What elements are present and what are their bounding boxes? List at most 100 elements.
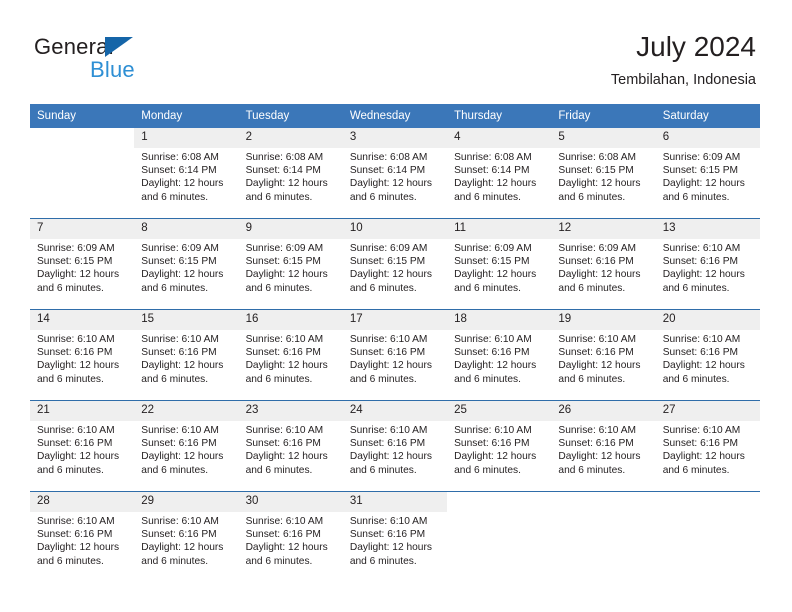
calendar-cell[interactable]: 19 Sunrise: 6:10 AM Sunset: 6:16 PM Dayligh… <box>551 309 656 401</box>
calendar-cell[interactable]: 13 Sunrise: 6:10 AM Sunset: 6:16 PM Dayligh… <box>655 218 760 310</box>
calendar-cell[interactable]: 9 Sunrise: 6:09 AM Sunset: 6:15 PM Daylight… <box>238 218 343 310</box>
day-info: Sunrise: 6:09 AM Sunset: 6:15 PM Daylight:… <box>447 239 551 295</box>
daylight-text-line1: Daylight: 12 hours <box>37 451 120 463</box>
day-info: Sunrise: 6:10 AM Sunset: 6:16 PM Daylight:… <box>239 512 343 568</box>
daylight-text-line1: Daylight: 12 hours <box>662 360 745 372</box>
calendar-cell[interactable]: 27 Sunrise: 6:10 AM Sunset: 6:16 PM Dayligh… <box>655 400 760 492</box>
calendar-cell[interactable]: 30 Sunrise: 6:10 AM Sunset: 6:16 PM Dayligh… <box>238 491 343 582</box>
calendar-cell[interactable]: 2 Sunrise: 6:08 AM Sunset: 6:14 PM Daylight… <box>238 128 343 219</box>
calendar-cell[interactable]: 5 Sunrise: 6:08 AM Sunset: 6:15 PM Daylight… <box>551 128 656 219</box>
daylight-text-line2: and 6 minutes. <box>454 464 521 476</box>
daylight-text-line2: and 6 minutes. <box>37 282 104 294</box>
calendar-table: Sunday Monday Tuesday Wednesday Thursday… <box>30 104 760 582</box>
calendar-cell[interactable]: 20 Sunrise: 6:10 AM Sunset: 6:16 PM Dayligh… <box>655 309 760 401</box>
day-info: Sunrise: 6:10 AM Sunset: 6:16 PM Daylight:… <box>239 421 343 477</box>
calendar-cell[interactable]: 29 Sunrise: 6:10 AM Sunset: 6:16 PM Dayligh… <box>134 491 239 582</box>
day-number: 1 <box>134 128 239 148</box>
calendar-cell[interactable]: 17 Sunrise: 6:10 AM Sunset: 6:16 PM Dayligh… <box>342 309 448 401</box>
calendar-week-row: 14 Sunrise: 6:10 AM Sunset: 6:16 PM Dayligh… <box>30 309 760 401</box>
day-cell: 26 Sunrise: 6:10 AM Sunset: 6:16 PM Dayligh… <box>551 401 656 491</box>
calendar-cell <box>30 128 134 219</box>
sunrise-text: Sunrise: 6:10 AM <box>37 516 115 527</box>
day-cell: 23 Sunrise: 6:10 AM Sunset: 6:16 PM Dayligh… <box>238 401 343 491</box>
daylight-text-line2: and 6 minutes. <box>141 191 209 203</box>
calendar-cell[interactable]: 21 Sunrise: 6:10 AM Sunset: 6:16 PM Dayligh… <box>30 400 135 492</box>
calendar-cell[interactable]: 23 Sunrise: 6:10 AM Sunset: 6:16 PM Dayligh… <box>238 400 343 492</box>
calendar-cell[interactable]: 10 Sunrise: 6:09 AM Sunset: 6:15 PM Dayligh… <box>342 218 448 310</box>
sunrise-text: Sunrise: 6:08 AM <box>349 152 428 163</box>
day-number: 22 <box>134 401 239 421</box>
calendar-cell[interactable]: 4 Sunrise: 6:08 AM Sunset: 6:14 PM Daylight… <box>447 128 552 219</box>
page-title: July 2024 <box>636 31 756 62</box>
calendar-cell[interactable]: 18 Sunrise: 6:10 AM Sunset: 6:16 PM Dayligh… <box>447 309 552 401</box>
sunrise-text: Sunrise: 6:10 AM <box>558 334 636 345</box>
sunset-text: Sunset: 6:14 PM <box>141 165 217 177</box>
sunrise-text: Sunrise: 6:08 AM <box>245 152 324 163</box>
sunrise-text: Sunrise: 6:10 AM <box>662 243 741 254</box>
day-info: Sunrise: 6:10 AM Sunset: 6:16 PM Daylight:… <box>343 512 447 568</box>
calendar-cell[interactable]: 28 Sunrise: 6:10 AM Sunset: 6:16 PM Dayligh… <box>30 491 135 582</box>
daylight-text-line2: and 6 minutes. <box>141 555 209 567</box>
day-number: 6 <box>655 128 760 148</box>
sunrise-text: Sunrise: 6:09 AM <box>37 243 115 254</box>
sunset-text: Sunset: 6:16 PM <box>662 438 739 450</box>
sunrise-text: Sunrise: 6:10 AM <box>454 425 532 436</box>
sunset-text: Sunset: 6:16 PM <box>141 438 217 450</box>
daylight-text-line2: and 6 minutes. <box>454 282 521 294</box>
title-block: July 2024 Tembilahan, Indonesia <box>611 30 756 90</box>
general-blue-logo[interactable]: General Blue <box>34 34 214 86</box>
calendar-cell[interactable]: 14 Sunrise: 6:10 AM Sunset: 6:16 PM Dayligh… <box>30 309 135 401</box>
day-info: Sunrise: 6:08 AM Sunset: 6:15 PM Daylight:… <box>551 148 655 204</box>
calendar-cell[interactable]: 26 Sunrise: 6:10 AM Sunset: 6:16 PM Dayligh… <box>551 400 656 492</box>
calendar-week-row: 28 Sunrise: 6:10 AM Sunset: 6:16 PM Dayligh… <box>30 491 760 582</box>
day-cell: 4 Sunrise: 6:08 AM Sunset: 6:14 PM Daylight… <box>447 128 552 218</box>
calendar-cell[interactable]: 31 Sunrise: 6:10 AM Sunset: 6:16 PM Dayligh… <box>342 491 448 582</box>
daylight-text-line1: Daylight: 12 hours <box>245 178 328 190</box>
weekday-header-friday: Friday <box>551 104 656 128</box>
calendar-cell[interactable]: 1 Sunrise: 6:08 AM Sunset: 6:14 PM Daylight… <box>134 128 239 219</box>
calendar-cell[interactable]: 12 Sunrise: 6:09 AM Sunset: 6:16 PM Dayligh… <box>551 218 656 310</box>
daylight-text-line2: and 6 minutes. <box>245 555 313 567</box>
sunrise-text: Sunrise: 6:10 AM <box>141 516 219 527</box>
day-number: 24 <box>342 401 448 421</box>
sunrise-text: Sunrise: 6:09 AM <box>349 243 428 254</box>
calendar-cell[interactable]: 22 Sunrise: 6:10 AM Sunset: 6:16 PM Dayligh… <box>134 400 239 492</box>
day-number: 16 <box>238 310 343 330</box>
calendar-cell <box>551 491 656 582</box>
calendar-cell[interactable]: 11 Sunrise: 6:09 AM Sunset: 6:15 PM Dayligh… <box>447 218 552 310</box>
day-info: Sunrise: 6:10 AM Sunset: 6:16 PM Daylight:… <box>134 421 238 477</box>
sunrise-text: Sunrise: 6:09 AM <box>454 243 532 254</box>
calendar-cell[interactable]: 8 Sunrise: 6:09 AM Sunset: 6:15 PM Daylight… <box>134 218 239 310</box>
daylight-text-line1: Daylight: 12 hours <box>349 451 432 463</box>
daylight-text-line2: and 6 minutes. <box>662 464 730 476</box>
calendar-cell[interactable]: 6 Sunrise: 6:09 AM Sunset: 6:15 PM Daylight… <box>655 128 760 219</box>
day-number: 29 <box>134 492 239 512</box>
day-info: Sunrise: 6:10 AM Sunset: 6:16 PM Daylight:… <box>656 330 760 386</box>
daylight-text-line2: and 6 minutes. <box>349 282 417 294</box>
daylight-text-line2: and 6 minutes. <box>558 282 626 294</box>
calendar-cell[interactable]: 24 Sunrise: 6:10 AM Sunset: 6:16 PM Dayligh… <box>342 400 448 492</box>
day-info: Sunrise: 6:10 AM Sunset: 6:16 PM Daylight:… <box>30 512 134 568</box>
calendar-cell[interactable]: 16 Sunrise: 6:10 AM Sunset: 6:16 PM Dayligh… <box>238 309 343 401</box>
calendar-cell[interactable]: 3 Sunrise: 6:08 AM Sunset: 6:14 PM Daylight… <box>342 128 448 219</box>
calendar-cell[interactable]: 25 Sunrise: 6:10 AM Sunset: 6:16 PM Dayligh… <box>447 400 552 492</box>
calendar-cell[interactable]: 15 Sunrise: 6:10 AM Sunset: 6:16 PM Dayligh… <box>134 309 239 401</box>
day-number: 26 <box>551 401 656 421</box>
logo-text-blue: Blue <box>90 57 135 82</box>
day-cell <box>551 492 655 582</box>
sunset-text: Sunset: 6:16 PM <box>662 347 739 359</box>
calendar-cell[interactable]: 7 Sunrise: 6:09 AM Sunset: 6:15 PM Daylight… <box>30 218 135 310</box>
sunset-text: Sunset: 6:16 PM <box>141 529 217 541</box>
sunrise-text: Sunrise: 6:10 AM <box>141 334 219 345</box>
sunset-text: Sunset: 6:16 PM <box>349 347 426 359</box>
day-number: 27 <box>655 401 760 421</box>
daylight-text-line1: Daylight: 12 hours <box>245 269 328 281</box>
daylight-text-line2: and 6 minutes. <box>662 282 730 294</box>
day-cell: 2 Sunrise: 6:08 AM Sunset: 6:14 PM Daylight… <box>238 128 343 218</box>
daylight-text-line1: Daylight: 12 hours <box>141 360 224 372</box>
sunset-text: Sunset: 6:14 PM <box>349 165 426 177</box>
daylight-text-line1: Daylight: 12 hours <box>558 451 641 463</box>
sunset-text: Sunset: 6:16 PM <box>558 347 634 359</box>
day-cell <box>30 128 134 218</box>
weekday-header-wednesday: Wednesday <box>342 104 448 128</box>
